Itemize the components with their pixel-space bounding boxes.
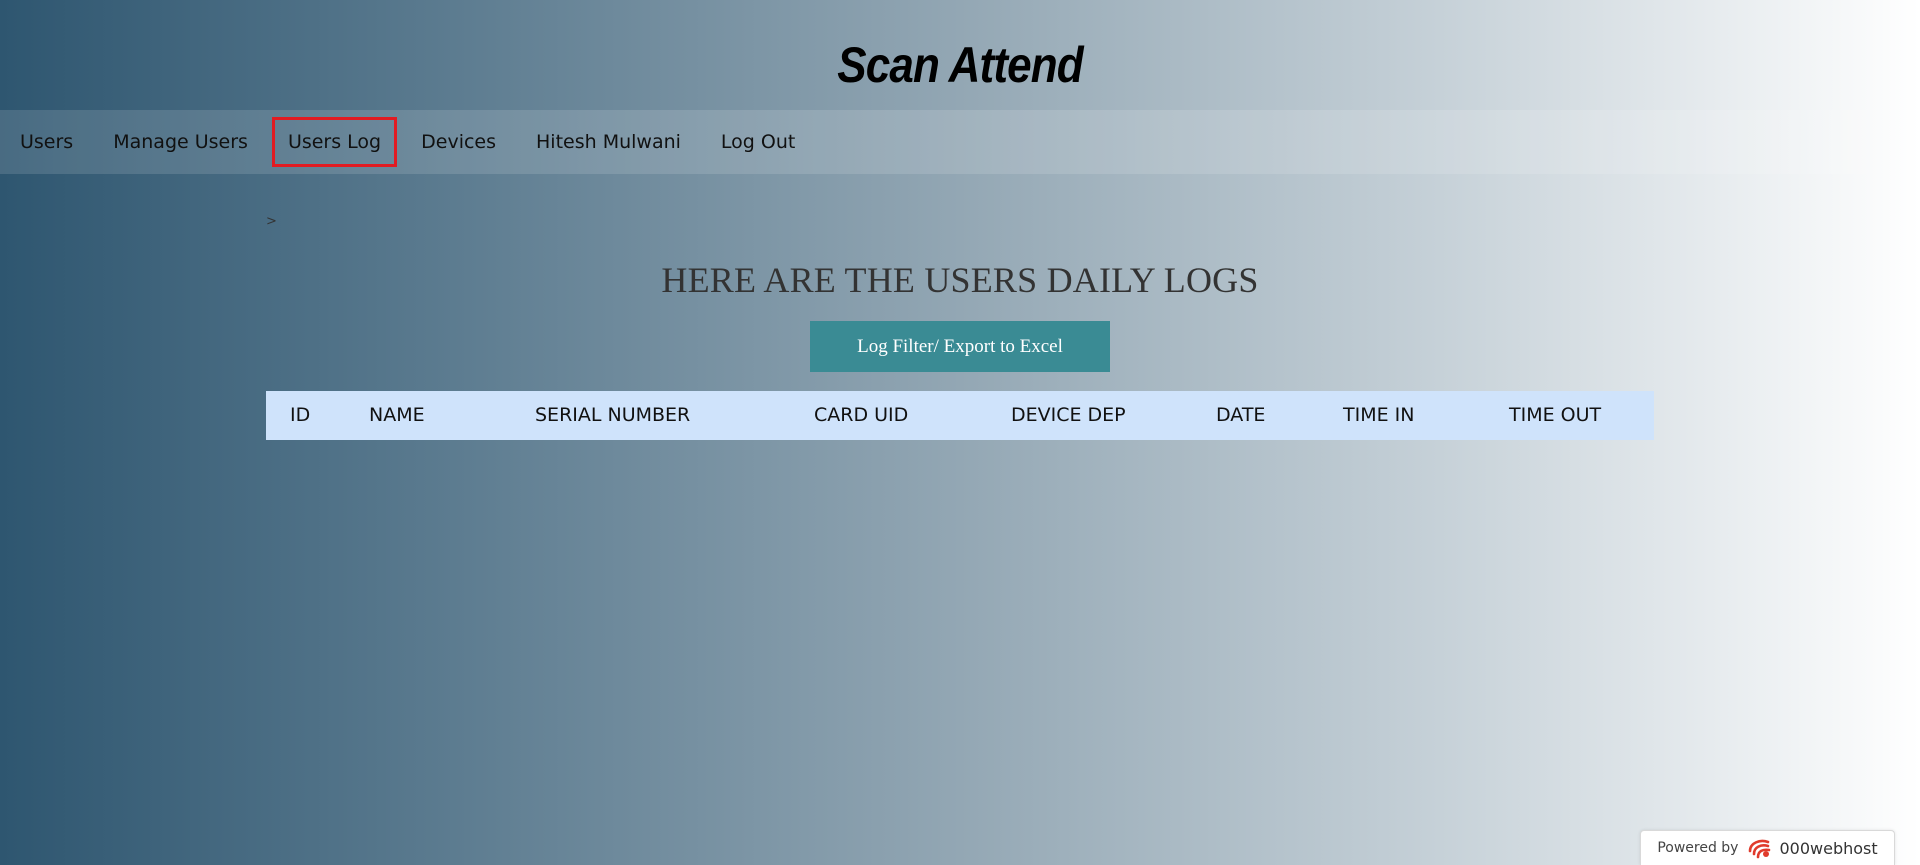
main-navbar: Users Manage Users Users Log Devices Hit… bbox=[0, 110, 1920, 174]
column-header-date[interactable]: DATE bbox=[1216, 391, 1265, 440]
column-header-serial-number[interactable]: SERIAL NUMBER bbox=[535, 391, 690, 440]
000webhost-logo-icon bbox=[1746, 837, 1774, 859]
nav-item-users[interactable]: Users bbox=[7, 120, 86, 164]
nav-item-devices[interactable]: Devices bbox=[408, 120, 509, 164]
app-title: Scan Attend bbox=[837, 37, 1083, 93]
nav-item-user-profile[interactable]: Hitesh Mulwani bbox=[523, 120, 694, 164]
column-header-id[interactable]: ID bbox=[290, 391, 310, 440]
host-name: 000webhost bbox=[1779, 838, 1878, 858]
column-header-name[interactable]: NAME bbox=[369, 391, 425, 440]
column-header-time-out[interactable]: TIME OUT bbox=[1509, 391, 1601, 440]
breadcrumb: > bbox=[266, 214, 277, 229]
nav-item-log-out[interactable]: Log Out bbox=[708, 120, 808, 164]
log-filter-export-button[interactable]: Log Filter/ Export to Excel bbox=[810, 321, 1110, 372]
page-heading: HERE ARE THE USERS DAILY LOGS bbox=[661, 260, 1259, 300]
nav-item-users-log[interactable]: Users Log bbox=[271, 117, 398, 167]
nav-item-manage-users[interactable]: Manage Users bbox=[100, 120, 261, 164]
column-header-time-in[interactable]: TIME IN bbox=[1343, 391, 1414, 440]
powered-by-label: Powered by bbox=[1657, 840, 1739, 856]
powered-by-badge[interactable]: Powered by 000webhost bbox=[1640, 830, 1895, 865]
column-header-device-dep[interactable]: DEVICE DEP bbox=[1011, 391, 1126, 440]
column-header-card-uid[interactable]: CARD UID bbox=[814, 391, 908, 440]
users-log-table: ID NAME SERIAL NUMBER CARD UID DEVICE DE… bbox=[266, 391, 1654, 440]
